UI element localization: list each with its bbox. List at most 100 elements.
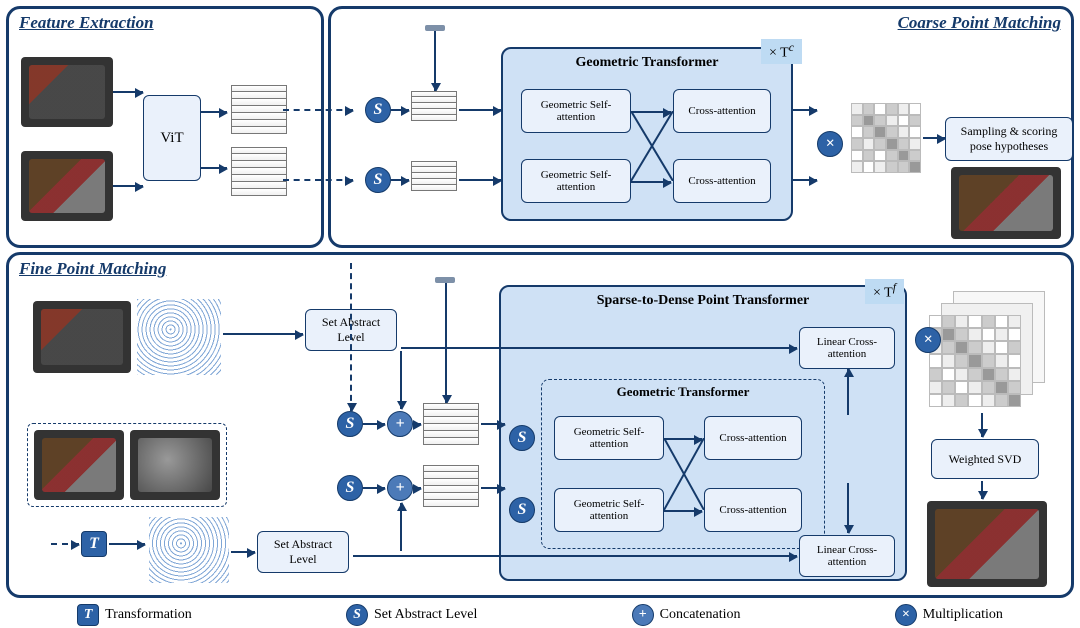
- s-badge-coarse-top: S: [365, 97, 391, 123]
- repeat-coarse: × Tc: [761, 39, 802, 64]
- arrow-vit-out-top: [201, 111, 227, 113]
- gt2-self-bot: Geometric Self-attention: [554, 488, 664, 532]
- gt-out-to-linear-bot: [847, 483, 849, 533]
- feature-stack-top: [231, 85, 287, 134]
- ref-pcd-to-sal: [223, 333, 303, 335]
- legend-plus: + Concatenation: [632, 604, 741, 626]
- gt-cross-top: Cross-attention: [673, 89, 771, 133]
- legend-times-label: Multiplication: [923, 607, 1003, 623]
- similarity-grid-coarse: [851, 103, 921, 173]
- legend-t: T Transformation: [77, 604, 192, 626]
- t-badge-fine: T: [81, 531, 107, 557]
- title-fine: Fine Point Matching: [19, 259, 166, 279]
- legend-times: × Multiplication: [895, 604, 1003, 626]
- fine-scene-pcd: [149, 517, 229, 583]
- dash-in-bot: [283, 179, 353, 181]
- gt-selfattn-bot: Geometric Self-attention: [521, 159, 631, 203]
- arrow-vit-out-bot: [201, 167, 227, 169]
- arrow-bg-down: [434, 31, 436, 91]
- sal-to-plus-top: [400, 351, 402, 409]
- ref-image: [21, 57, 113, 127]
- set-abstract-bot: Set Abstract Level: [257, 531, 349, 573]
- coarse-result-image: [951, 167, 1061, 239]
- s-to-plus-bot: [363, 487, 385, 489]
- gt-cross-bot: Cross-attention: [673, 159, 771, 203]
- similarity-grid-fine: [929, 315, 1021, 407]
- repeat-coarse-sup: c: [789, 41, 794, 54]
- coarse-stack-bot: [411, 161, 457, 191]
- linear-cross-bot: Linear Cross-attention: [799, 535, 895, 577]
- s-fine-top: S: [337, 411, 363, 437]
- grid-stack: [929, 291, 1049, 411]
- s-to-stack-top: [391, 109, 409, 111]
- gt-cross-lines-icon: [631, 111, 673, 181]
- gt2-s2c-bot: [664, 510, 702, 512]
- fine-ref-image: [33, 301, 131, 373]
- repeat-coarse-text: × T: [769, 46, 789, 61]
- gt-selfattn-top: Geometric Self-attention: [521, 89, 631, 133]
- panel-fine: Fine Point Matching T Set Abstract Level…: [6, 252, 1074, 598]
- fine-result-image: [927, 501, 1047, 587]
- arrow-ref-to-vit: [113, 91, 143, 93]
- legend-plus-label: Concatenation: [660, 607, 741, 623]
- sampling-box: Sampling & scoring pose hypotheses: [945, 117, 1073, 161]
- gt-out-bot: [793, 179, 817, 181]
- gt-out-top: [793, 109, 817, 111]
- linear-cross-top: Linear Cross-attention: [799, 327, 895, 369]
- weighted-svd: Weighted SVD: [931, 439, 1039, 479]
- sal-bot-to-linear: [353, 555, 797, 557]
- plus-to-stack-top: [413, 423, 421, 425]
- fine-depth-image: [130, 430, 220, 500]
- times-coarse: ×: [817, 131, 843, 157]
- legend-s-badge: S: [346, 604, 368, 626]
- grid-to-svd: [981, 413, 983, 437]
- title-feature-extraction: Feature Extraction: [19, 13, 154, 33]
- legend-s: S Set Abstract Level: [346, 604, 477, 626]
- fine-stack-bot: [423, 465, 479, 507]
- s-to-stack-bot: [391, 179, 409, 181]
- stack-to-s2d-bot: [481, 487, 505, 489]
- legend-s-label: Set Abstract Level: [374, 607, 477, 623]
- plus-to-stack-bot: [413, 487, 421, 489]
- fine-ref-pcd: [137, 299, 221, 375]
- t-to-pcd: [109, 543, 145, 545]
- gt-inner: Geometric Transformer Geometric Self-att…: [541, 379, 825, 549]
- s-badge-coarse-bot: S: [365, 167, 391, 193]
- gt-inner-title: Geometric Transformer: [542, 384, 824, 400]
- panel-feature-extraction: Feature Extraction ViT: [6, 6, 324, 248]
- s-fine-bot: S: [337, 475, 363, 501]
- repeat-fine: × Tf: [865, 279, 904, 304]
- fine-scene-image: [34, 430, 124, 500]
- coarse-stack-top: [411, 91, 457, 121]
- repeat-fine-sup: f: [893, 281, 896, 294]
- gt-title: Geometric Transformer: [503, 55, 791, 71]
- fine-stack-top: [423, 403, 479, 445]
- gt-bot-to-cross: [631, 181, 671, 183]
- legend-bar: T Transformation S Set Abstract Level + …: [0, 604, 1080, 626]
- fine-scene-pair: [27, 423, 227, 507]
- s2d-s-top: S: [509, 425, 535, 451]
- dash-in-top: [283, 109, 353, 111]
- feature-stack-bot: [231, 147, 287, 196]
- stack-to-gt-top: [459, 109, 501, 111]
- stack-to-gt-bot: [459, 179, 501, 181]
- stack-to-s2d-top: [481, 423, 505, 425]
- geo-transformer-coarse: Geometric Transformer Geometric Self-att…: [501, 47, 793, 221]
- scene-pcd-to-sal: [231, 551, 255, 553]
- s-to-plus-top: [363, 423, 385, 425]
- s2d-title: Sparse-to-Dense Point Transformer: [501, 293, 905, 309]
- dash-drop-top: [350, 263, 352, 411]
- legend-t-badge: T: [77, 604, 99, 626]
- arrow-scene-to-vit: [113, 185, 143, 187]
- gt2-cross-lines-icon: [664, 438, 704, 510]
- s2d-s-bot: S: [509, 497, 535, 523]
- grid-to-sampling: [923, 137, 945, 139]
- sal-top-to-linear: [401, 347, 797, 349]
- title-coarse: Coarse Point Matching: [898, 13, 1061, 33]
- vit-block: ViT: [143, 95, 201, 181]
- repeat-fine-text: × T: [873, 286, 893, 301]
- sal-to-plus-bot: [400, 503, 402, 551]
- svd-to-img: [981, 481, 983, 499]
- times-fine: ×: [915, 327, 941, 353]
- panel-coarse: Coarse Point Matching S S Geometric Tran…: [328, 6, 1074, 248]
